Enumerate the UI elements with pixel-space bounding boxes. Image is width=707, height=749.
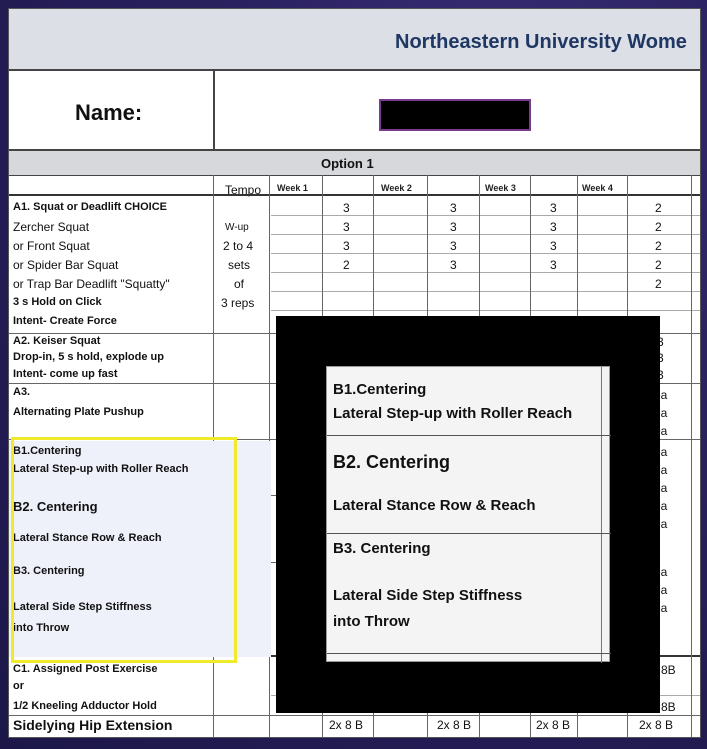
week1-sets: 3: [343, 220, 350, 234]
exercise-c1-line: Sidelying Hip Extension: [13, 717, 173, 733]
week4-sets: 2: [655, 220, 662, 234]
tempo-value: W-up: [225, 222, 249, 233]
sub-row-line: [271, 253, 700, 254]
row-divider: [9, 715, 700, 716]
zoom-divider: [327, 533, 611, 534]
zoom-col-divider: [601, 367, 602, 663]
exercise-a1-line: Intent- Create Force: [13, 315, 117, 327]
exercise-c1-line: 1/2 Kneeling Adductor Hold: [13, 700, 157, 712]
sub-row-line: [271, 310, 700, 311]
sub-row-line: [271, 215, 700, 216]
header-week1: Week 1: [277, 183, 308, 193]
exercise-c1-line: or: [13, 680, 24, 692]
week3-sets: 3: [550, 220, 557, 234]
exercise-a1-title: A1. Squat or Deadlift CHOICE: [13, 201, 168, 213]
week2-sets: 3: [450, 258, 457, 272]
name-divider: [213, 71, 215, 149]
highlight-box: [11, 437, 237, 663]
option-header: Option 1: [9, 151, 700, 176]
tempo-value: sets: [228, 258, 251, 272]
exercise-a2-title: A2. Keiser Squat: [13, 335, 101, 347]
exercise-a3-title: A3.: [13, 386, 31, 398]
zoom-b1-title: B1.Centering: [333, 381, 427, 398]
exercise-a1-line: Zercher Squat: [13, 220, 90, 234]
week2-sets: 3: [450, 220, 457, 234]
sheet-title: Northeastern University Wome: [395, 31, 687, 53]
week1-prescription: 2x 8 B: [329, 718, 364, 732]
zoom-b1-line: Lateral Step-up with Roller Reach: [333, 405, 573, 422]
tempo-value: 2 to 4: [223, 239, 254, 253]
name-row: Name:: [9, 71, 700, 151]
header-divider: [9, 194, 700, 196]
exercise-a1-line: or Spider Bar Squat: [13, 258, 119, 272]
exercise-a1-line: or Trap Bar Deadlift "Squatty": [13, 277, 170, 291]
zoom-divider: [327, 653, 611, 654]
week4-sets: 2: [655, 258, 662, 272]
exercise-a2-line: Intent- come up fast: [13, 368, 118, 380]
redacted-name-field[interactable]: [379, 99, 531, 131]
option-label: Option 1: [321, 156, 374, 171]
week3-prescription: 2x 8 B: [536, 718, 571, 732]
exercise-a3-line: Alternating Plate Pushup: [13, 406, 144, 418]
zoom-b3-title: B3. Centering: [333, 540, 431, 557]
week4-prescription: 2x 8 B: [639, 718, 674, 732]
header-week4: Week 4: [582, 183, 613, 193]
col-divider: [691, 175, 692, 737]
week3-sets: 3: [550, 201, 557, 215]
zoom-b2-title: B2. Centering: [333, 452, 451, 472]
week4-reps: 8B: [661, 700, 676, 714]
workout-sheet: Northeastern University Wome Name: Optio…: [8, 8, 701, 738]
tempo-value: of: [234, 277, 245, 291]
week3-sets: 3: [550, 239, 557, 253]
sub-row-line: [271, 291, 700, 292]
week3-sets: 3: [550, 258, 557, 272]
week4-sets: 2: [655, 239, 662, 253]
header-week2: Week 2: [381, 183, 412, 193]
week1-sets: 3: [343, 239, 350, 253]
week4-reps: 8B: [661, 663, 676, 677]
week2-sets: 3: [450, 239, 457, 253]
zoom-divider: [327, 435, 611, 436]
week4-sets: 2: [655, 277, 662, 291]
exercise-a1-line: or Front Squat: [13, 239, 90, 253]
exercise-c1-title: C1. Assigned Post Exercise: [13, 663, 158, 675]
header-week3: Week 3: [485, 183, 516, 193]
sub-row-line: [271, 234, 700, 235]
name-label: Name:: [75, 100, 143, 125]
slide-background: { "title": "Northeastern University Wome…: [0, 0, 707, 749]
sub-row-line: [271, 272, 700, 273]
week4-sets: 2: [655, 201, 662, 215]
zoom-b2-line: Lateral Stance Row & Reach: [333, 497, 536, 514]
exercise-a2-line: Drop-in, 5 s hold, explode up: [13, 351, 164, 363]
zoom-callout-frame: B1.Centering Lateral Step-up with Roller…: [276, 316, 660, 713]
week1-sets: 2: [343, 258, 350, 272]
title-bar: Northeastern University Wome: [9, 9, 700, 71]
week2-prescription: 2x 8 B: [437, 718, 472, 732]
tempo-value: 3 reps: [221, 296, 255, 310]
exercise-a1-line: 3 s Hold on Click: [13, 296, 102, 308]
week1-sets: 3: [343, 201, 350, 215]
zoom-b3-line: Lateral Side Step Stiffness: [333, 587, 523, 604]
zoom-b3-line: into Throw: [333, 613, 410, 630]
zoom-callout: B1.Centering Lateral Step-up with Roller…: [326, 366, 611, 663]
week2-sets: 3: [450, 201, 457, 215]
